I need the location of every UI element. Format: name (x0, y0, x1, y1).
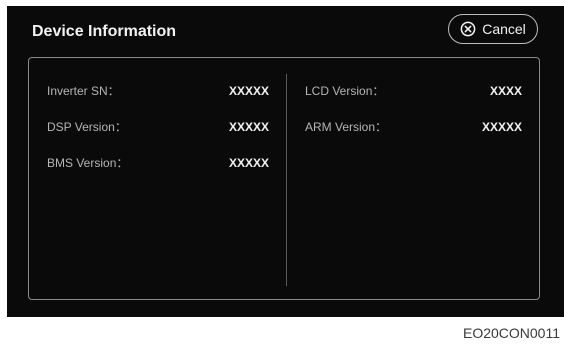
info-value: XXXXX (228, 156, 269, 170)
info-label: Inverter SN： (47, 84, 120, 98)
column-divider (286, 74, 287, 286)
dialog-title: Device Information (32, 23, 177, 40)
info-label: BMS Version： (47, 156, 129, 170)
cancel-button[interactable]: Cancel (448, 14, 538, 44)
info-row-bms-version: BMS Version： XXXXX (47, 154, 269, 172)
info-label: DSP Version： (47, 120, 127, 134)
info-row-dsp-version: DSP Version： XXXXX (47, 118, 269, 136)
info-row-arm-version: ARM Version： XXXXX (305, 118, 522, 136)
info-panel: Inverter SN： XXXXX DSP Version： XXXXX BM… (28, 57, 540, 300)
info-value: XXXX (489, 84, 522, 98)
info-value: XXXXX (228, 120, 269, 134)
cancel-button-label: Cancel (482, 21, 526, 37)
device-screen: Device Information Cancel Inverter SN： X… (7, 6, 564, 317)
circle-x-icon (460, 21, 476, 37)
figure-code: EO20CON0011 (462, 325, 560, 341)
info-label: ARM Version： (305, 120, 388, 134)
info-value: XXXXX (228, 84, 269, 98)
info-label: LCD Version： (305, 84, 385, 98)
info-value: XXXXX (481, 120, 522, 134)
info-row-inverter-sn: Inverter SN： XXXXX (47, 82, 269, 100)
info-row-lcd-version: LCD Version： XXXX (305, 82, 522, 100)
